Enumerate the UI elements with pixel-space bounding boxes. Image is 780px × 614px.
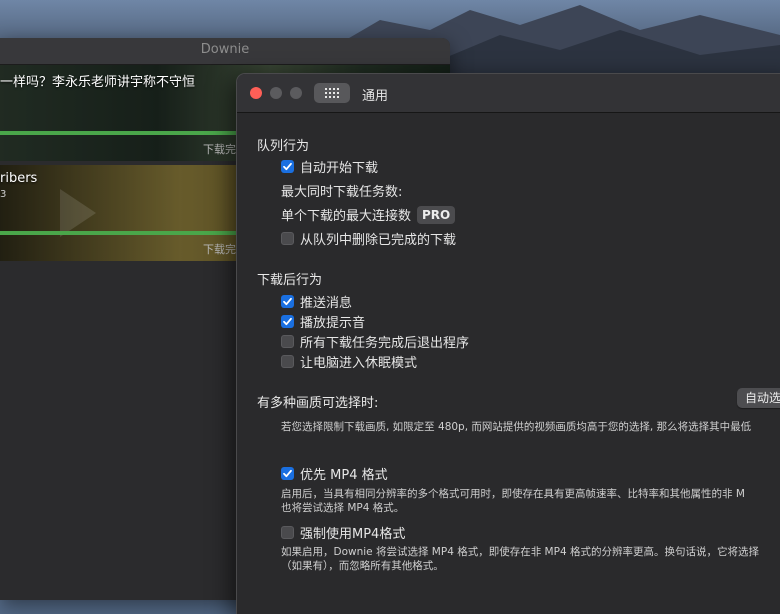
download-subtitle: 3 xyxy=(0,189,7,200)
minimize-button[interactable] xyxy=(270,87,282,99)
checkbox-unchecked-icon[interactable] xyxy=(281,526,294,539)
queue-section-title: 队列行为 xyxy=(257,139,310,154)
download-title: ribers xyxy=(0,171,38,186)
force-mp4-label: 强制使用MP4格式 xyxy=(300,527,406,542)
preferences-titlebar[interactable]: 通用 xyxy=(237,74,780,113)
after-section-title: 下载后行为 xyxy=(257,273,323,288)
zoom-button[interactable] xyxy=(290,87,302,99)
checkbox-checked-icon[interactable] xyxy=(281,467,294,480)
preferences-title: 通用 xyxy=(362,89,389,104)
auto-start-checkbox[interactable]: 自动开始下载 xyxy=(281,157,378,176)
grid-icon xyxy=(325,88,339,98)
force-mp4-description-2: （如果有），而忽略所有其他格式。 xyxy=(281,560,444,572)
quality-section-title: 有多种画质可选择时: xyxy=(257,396,379,411)
max-connections-row: 单个下载的最大连接数 PRO xyxy=(281,205,456,224)
max-connections-label: 单个下载的最大连接数 xyxy=(281,209,412,224)
pro-badge: PRO xyxy=(417,205,456,224)
quit-checkbox[interactable]: 所有下载任务完成后退出程序 xyxy=(281,332,469,351)
downie-titlebar[interactable]: Downie xyxy=(0,38,450,65)
prefer-mp4-description-1: 启用后，当具有相同分辨率的多个格式可用时，即使存在具有更高帧速率、比特率和其他属… xyxy=(281,488,745,500)
show-all-button[interactable] xyxy=(314,83,350,103)
preferences-window[interactable]: 通用 队列行为 自动开始下载 最大同时下载任务数: 单个下载的最大连接数 PRO… xyxy=(236,73,780,614)
checkbox-checked-icon[interactable] xyxy=(281,295,294,308)
max-concurrent-label: 最大同时下载任务数: xyxy=(281,185,403,200)
prefer-mp4-label: 优先 MP4 格式 xyxy=(300,468,388,483)
quit-label: 所有下载任务完成后退出程序 xyxy=(300,336,470,351)
checkbox-unchecked-icon[interactable] xyxy=(281,232,294,245)
force-mp4-checkbox[interactable]: 强制使用MP4格式 xyxy=(281,523,405,542)
notify-checkbox[interactable]: 推送消息 xyxy=(281,292,352,311)
checkbox-checked-icon[interactable] xyxy=(281,160,294,173)
prefer-mp4-description-2: 也将尝试选择 MP4 格式。 xyxy=(281,502,405,514)
force-mp4-description-1: 如果启用，Downie 将尝试选择 MP4 格式，即使存在非 MP4 格式的分辨… xyxy=(281,546,759,558)
sleep-checkbox[interactable]: 让电脑进入休眠模式 xyxy=(281,352,417,371)
checkbox-checked-icon[interactable] xyxy=(281,315,294,328)
sound-label: 播放提示音 xyxy=(300,316,366,331)
remove-completed-checkbox[interactable]: 从队列中删除已完成的下载 xyxy=(281,229,456,248)
quality-description: 若您选择限制下载画质, 如限定至 480p, 而网站提供的视频画质均高于您的选择… xyxy=(281,421,752,433)
auto-start-label: 自动开始下载 xyxy=(300,161,379,176)
notify-label: 推送消息 xyxy=(300,296,353,311)
prefer-mp4-checkbox[interactable]: 优先 MP4 格式 xyxy=(281,464,388,483)
play-icon xyxy=(60,189,96,237)
download-title: 一样吗？李永乐老师讲宇称不守恒 xyxy=(0,75,196,90)
sleep-label: 让电脑进入休眠模式 xyxy=(300,356,418,371)
checkbox-unchecked-icon[interactable] xyxy=(281,335,294,348)
close-button[interactable] xyxy=(250,87,262,99)
quality-select[interactable]: 自动选 xyxy=(737,388,780,408)
sound-checkbox[interactable]: 播放提示音 xyxy=(281,312,365,331)
downie-title: Downie xyxy=(200,42,250,57)
checkbox-unchecked-icon[interactable] xyxy=(281,355,294,368)
remove-completed-label: 从队列中删除已完成的下载 xyxy=(300,233,457,248)
